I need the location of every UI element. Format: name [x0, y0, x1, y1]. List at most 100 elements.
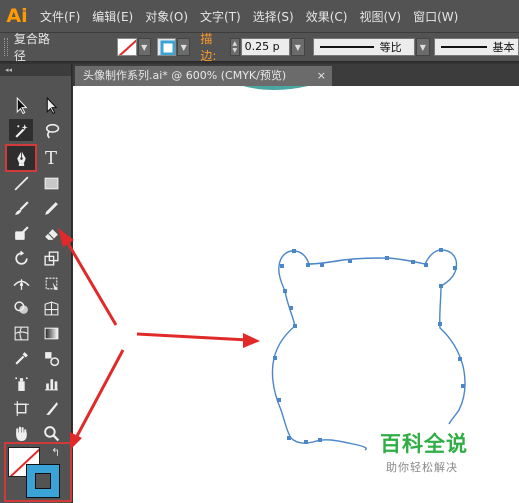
magnifier-icon [43, 425, 59, 441]
document-tab-strip: 头像制作系列.ai* @ 600% (CMYK/预览) × [73, 64, 519, 86]
selection-arrow-icon [16, 96, 28, 114]
stroke-label[interactable]: 描边: [200, 30, 227, 64]
pencil-tool[interactable] [39, 197, 63, 219]
scale-icon [43, 250, 59, 266]
width-tool[interactable] [9, 272, 33, 294]
anchor-points[interactable] [273, 248, 465, 444]
mesh-tool[interactable] [9, 322, 33, 344]
menu-file[interactable]: 文件(F) [34, 8, 86, 25]
perspective-grid-tool[interactable] [39, 297, 63, 319]
document-tab[interactable]: 头像制作系列.ai* @ 600% (CMYK/预览) × [75, 66, 332, 86]
fill-stroke-control[interactable]: ↰ [4, 442, 72, 502]
stroke-weight-dropdown[interactable]: ▼ [291, 38, 305, 56]
brush-definition[interactable]: 基本 [433, 38, 519, 56]
chevron-down-icon: ▼ [294, 42, 301, 52]
close-icon[interactable]: × [317, 66, 326, 86]
pen-nib-icon [16, 150, 26, 166]
menu-edit[interactable]: 编辑(E) [86, 8, 139, 25]
artboard-icon [13, 400, 29, 416]
variable-width-profile[interactable]: 等比 [312, 38, 416, 56]
chevron-down-icon[interactable]: ▼ [232, 47, 237, 54]
lasso-tool[interactable] [39, 119, 63, 141]
stroke-swatch-hole [35, 473, 51, 489]
magic-wand-tool[interactable] [9, 119, 33, 141]
eyedropper-icon [14, 351, 28, 365]
direct-selection-arrow-icon [46, 96, 58, 114]
shape-builder-icon [13, 300, 28, 314]
line-segment-tool[interactable] [9, 172, 33, 194]
paintbrush-icon [14, 200, 29, 215]
chevron-down-icon: ▼ [419, 42, 426, 52]
type-t-icon: T [44, 147, 57, 169]
slice-tool[interactable] [39, 397, 63, 419]
none-swatch-icon [119, 40, 136, 55]
watermark-title: 百科全说 [380, 432, 468, 456]
stroke-dropdown[interactable]: ▼ [177, 38, 191, 56]
artboard-tool[interactable] [9, 397, 33, 419]
paintbrush-tool[interactable] [9, 197, 33, 219]
stroke-color-swatch[interactable] [26, 464, 60, 498]
control-bar: 复合路径 ▼ ▼ 描边: ▲ ▼ 0.25 p ▼ 等比 ▼ 基本 [0, 30, 519, 64]
zoom-tool[interactable] [39, 422, 63, 444]
menu-select[interactable]: 选择(S) [247, 8, 300, 25]
stroke-swatch[interactable] [156, 38, 176, 56]
watermark-subtitle: 助你轻松解决 [386, 461, 458, 474]
direct-selection-tool[interactable] [39, 94, 63, 116]
teal-shape-fragment [243, 86, 308, 90]
watermark: 百科全说 助你轻松解决 [380, 428, 498, 475]
symbol-sprayer-icon [14, 376, 28, 391]
column-graph-icon [44, 378, 58, 390]
stroke-weight-field[interactable]: 0.25 p [240, 38, 291, 56]
column-graph-tool[interactable] [39, 372, 63, 394]
magic-wand-icon [14, 123, 28, 138]
brush-line-icon [440, 46, 487, 48]
bear-head-path[interactable] [278, 249, 466, 425]
type-tool[interactable]: T [39, 147, 63, 169]
shape-builder-tool[interactable] [9, 297, 33, 319]
gradient-tool[interactable] [39, 322, 63, 344]
chevron-down-icon: ▼ [141, 42, 148, 52]
stroke-stepper[interactable]: ▲ ▼ [230, 38, 240, 56]
profile-line-icon [319, 46, 374, 48]
profile-label: 等比 [379, 41, 402, 54]
pencil-icon [44, 201, 58, 215]
fill-dropdown[interactable]: ▼ [137, 38, 151, 56]
control-bar-grip[interactable] [4, 38, 8, 56]
menu-window[interactable]: 窗口(W) [407, 8, 464, 25]
gradient-icon [44, 327, 58, 339]
selection-type-label: 复合路径 [13, 32, 50, 63]
symbol-sprayer-tool[interactable] [9, 372, 33, 394]
lasso-icon [45, 123, 59, 139]
blob-brush-icon [14, 225, 29, 240]
hand-tool[interactable] [9, 422, 33, 444]
selection-tool[interactable] [9, 94, 33, 116]
width-tool-icon [12, 278, 30, 290]
profile-dropdown[interactable]: ▼ [416, 38, 430, 56]
rotate-icon [14, 250, 28, 265]
free-transform-tool[interactable] [39, 272, 63, 294]
blend-tool[interactable] [39, 347, 63, 369]
menu-view[interactable]: 视图(V) [353, 8, 407, 25]
toolbox-collapse-icon[interactable]: ◂◂ [0, 64, 71, 76]
app-logo: Ai [6, 5, 28, 27]
menu-object[interactable]: 对象(O) [139, 8, 194, 25]
pen-tool[interactable] [5, 144, 37, 172]
menu-type[interactable]: 文字(T) [194, 8, 247, 25]
rectangle-tool[interactable] [39, 172, 63, 194]
scale-tool[interactable] [39, 247, 63, 269]
menu-effect[interactable]: 效果(C) [300, 8, 354, 25]
perspective-grid-icon [44, 300, 58, 315]
fill-swatch[interactable] [117, 38, 137, 56]
blend-icon [44, 351, 59, 366]
swap-fill-stroke-icon[interactable]: ↰ [51, 446, 60, 459]
rotate-tool[interactable] [9, 247, 33, 269]
mesh-icon [14, 326, 28, 340]
eraser-tool[interactable] [39, 222, 63, 244]
bear-body-path[interactable] [271, 290, 367, 451]
document-tab-title: 头像制作系列.ai* @ 600% (CMYK/预览) [83, 69, 287, 82]
chevron-up-icon[interactable]: ▲ [232, 40, 237, 47]
eyedropper-tool[interactable] [9, 347, 33, 369]
toolbox-panel: ◂◂ T ↰ [0, 64, 72, 503]
blob-brush-tool[interactable] [9, 222, 33, 244]
eraser-icon [44, 228, 58, 240]
